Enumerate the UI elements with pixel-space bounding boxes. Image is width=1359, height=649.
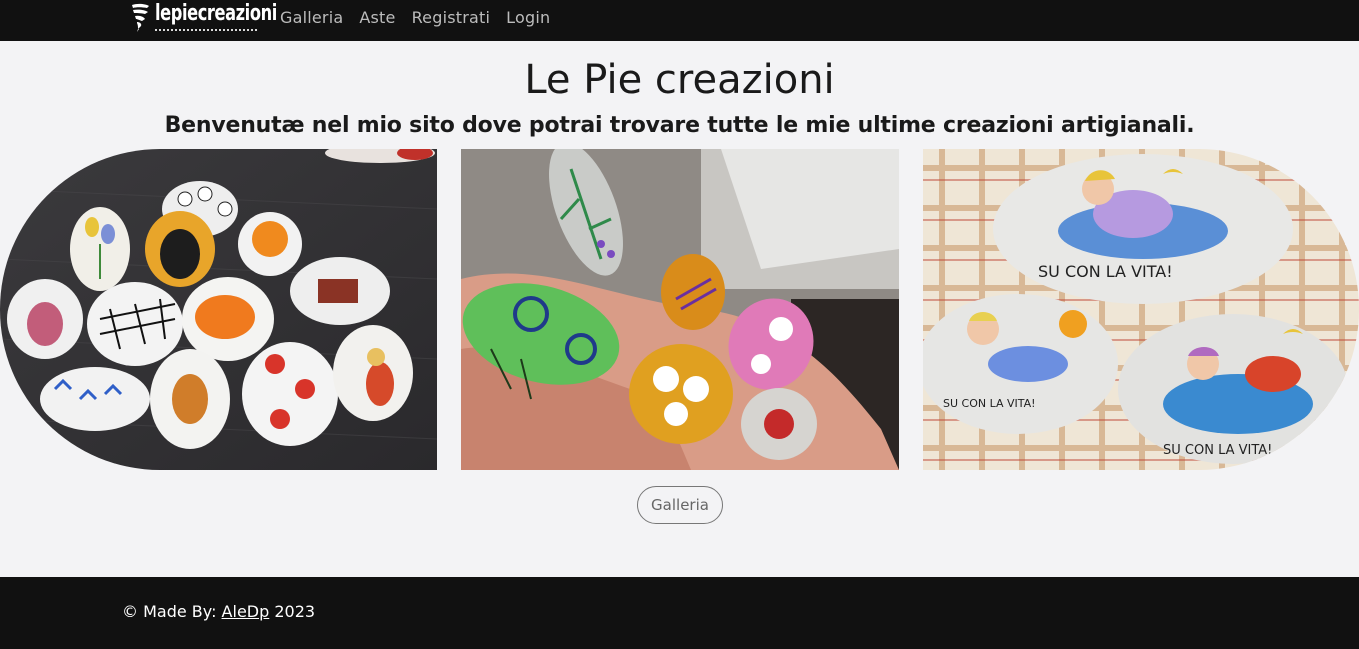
gallery-button[interactable]: Galleria — [637, 486, 723, 524]
tornado-logo-icon — [132, 3, 149, 32]
page-subtitle: Benvenutæ nel mio sito dove potrai trova… — [164, 113, 1195, 138]
painted-stones-hand-photo — [461, 149, 899, 470]
author-link[interactable]: AleDp — [222, 602, 270, 621]
stone-text-2: SU CON LA VITA! — [943, 397, 1036, 410]
brand-name: lepiecreazioni — [155, 1, 277, 26]
gallery-image-2 — [461, 149, 899, 470]
brand-underline — [155, 29, 259, 31]
painted-stones-sleeping-children-photo: SU CON LA VITA! SU CON LA VITA! SU CON L… — [923, 149, 1359, 470]
footer: © Made By: AleDp 2023 — [0, 577, 1359, 649]
page-title: Le Pie creazioni — [524, 57, 835, 103]
photo-gallery: SU CON LA VITA! SU CON LA VITA! SU CON L… — [0, 149, 1359, 470]
gallery-image-3: SU CON LA VITA! SU CON LA VITA! SU CON L… — [923, 149, 1359, 470]
main-nav: Galleria Aste Registrati Login — [280, 8, 566, 28]
nav-link-galleria[interactable]: Galleria — [280, 8, 343, 28]
nav-link-aste[interactable]: Aste — [359, 8, 395, 28]
nav-link-login[interactable]: Login — [506, 8, 550, 28]
gallery-image-1 — [0, 149, 437, 470]
stone-text-1: SU CON LA VITA! — [1038, 262, 1173, 281]
painted-stones-table-photo — [0, 149, 437, 470]
footer-prefix: © Made By: — [122, 602, 217, 621]
footer-credit: © Made By: AleDp 2023 — [122, 602, 315, 622]
footer-year: 2023 — [274, 602, 316, 621]
brand-logo[interactable]: lepiecreazioni — [130, 1, 304, 35]
nav-link-registrati[interactable]: Registrati — [412, 8, 491, 28]
top-navbar: lepiecreazioni Galleria Aste Registrati … — [0, 0, 1359, 41]
stone-text-3: SU CON LA VITA! — [1163, 443, 1272, 458]
